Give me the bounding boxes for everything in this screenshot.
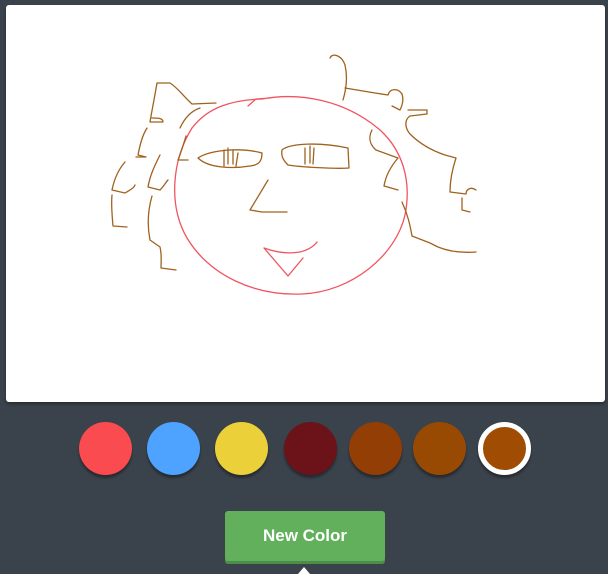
mouth-stroke (263, 241, 318, 277)
color-swatch-selected[interactable] (478, 422, 531, 475)
color-swatch-red[interactable] (79, 422, 132, 475)
color-palette (0, 422, 608, 482)
face-outline-stroke (174, 96, 408, 295)
color-swatch-blue[interactable] (147, 422, 200, 475)
nose-stroke (249, 179, 288, 213)
caret-up-icon (298, 567, 310, 574)
new-color-button[interactable]: New Color (225, 511, 385, 561)
left-eye-stroke (197, 147, 263, 169)
drawing-canvas[interactable] (6, 5, 605, 402)
color-swatch-dark-red[interactable] (284, 422, 337, 475)
left-hair-stroke (110, 82, 217, 271)
color-swatch-yellow[interactable] (215, 422, 268, 475)
color-swatch-orange-brown[interactable] (413, 422, 466, 475)
drawing-svg (110, 54, 477, 295)
color-swatch-brown[interactable] (349, 422, 402, 475)
right-eye-stroke (281, 143, 350, 169)
